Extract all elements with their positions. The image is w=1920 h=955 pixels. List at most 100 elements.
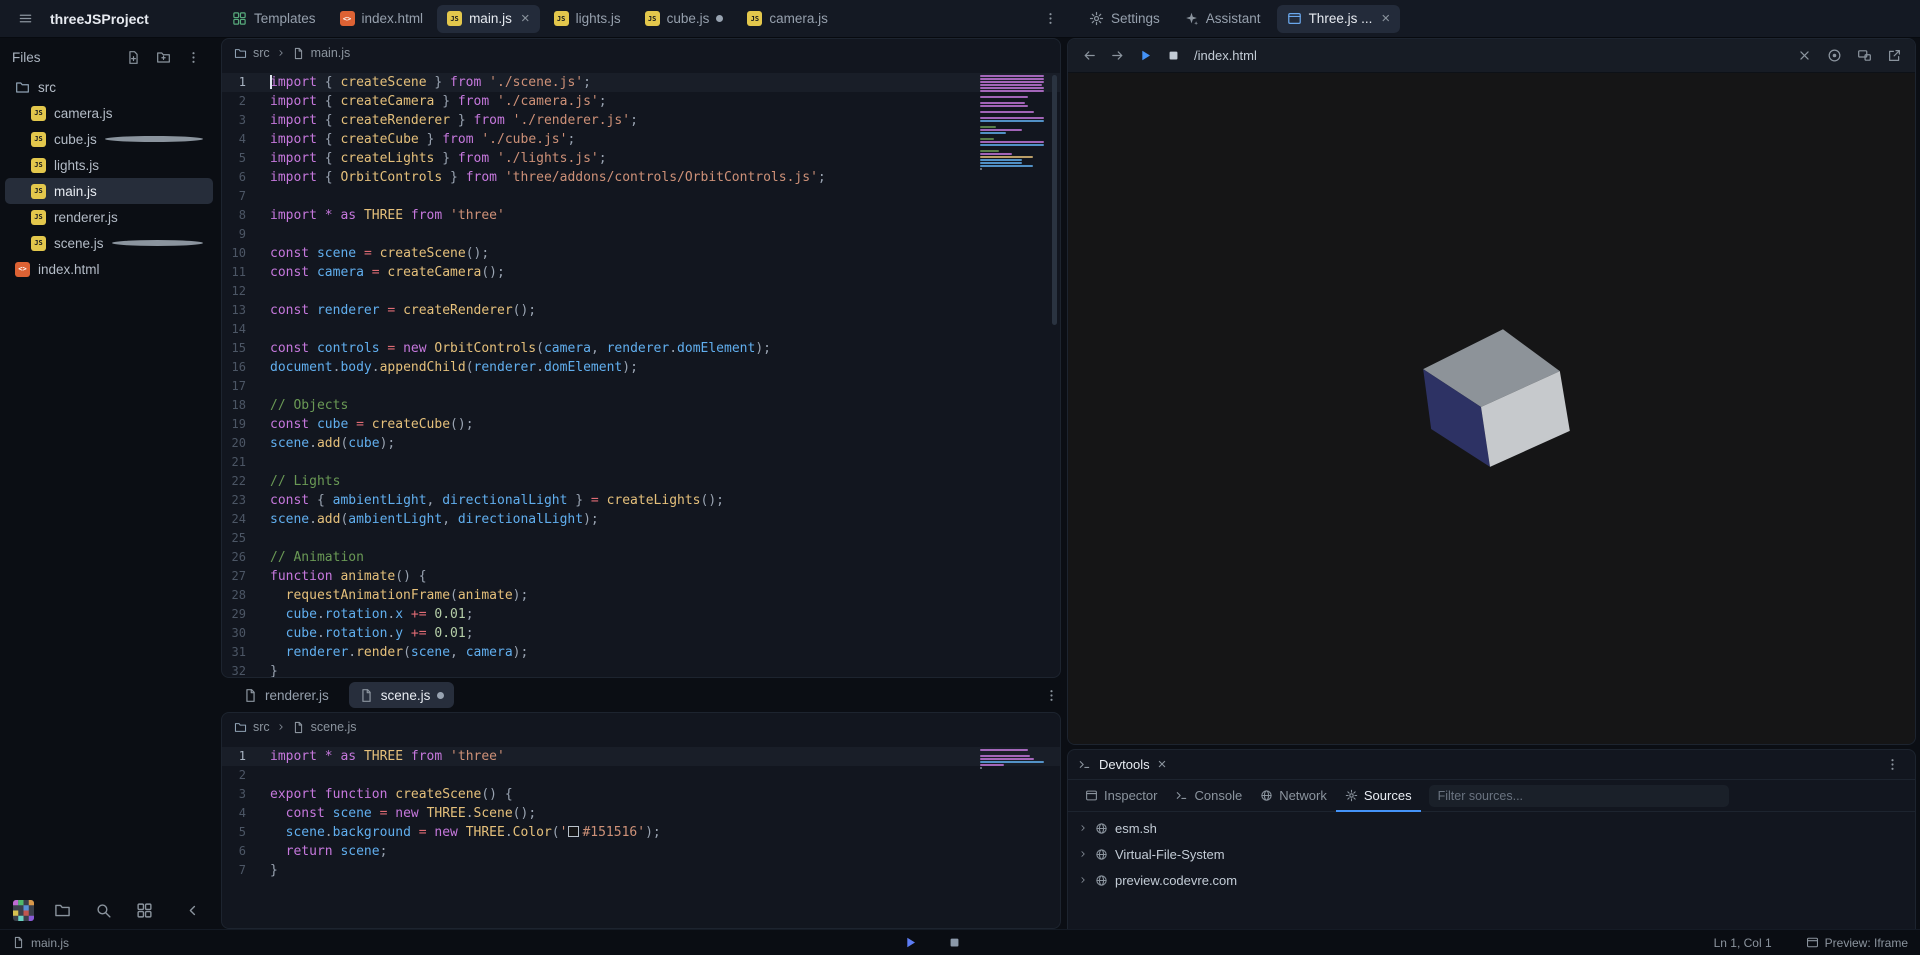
code-line[interactable]: 11const camera = createCamera();: [222, 263, 1060, 282]
code-line[interactable]: 21: [222, 453, 1060, 472]
code-editor-secondary[interactable]: 1import * as THREE from 'three'23export …: [222, 741, 1060, 928]
close-icon[interactable]: ×: [1381, 11, 1390, 26]
devtools-tab-sources[interactable]: Sources: [1336, 780, 1421, 812]
breadcrumb-file[interactable]: scene.js: [311, 720, 357, 734]
new-folder-button[interactable]: [150, 44, 176, 70]
code-line[interactable]: 30 cube.rotation.y += 0.01;: [222, 624, 1060, 643]
devtools-tab-inspector[interactable]: Inspector: [1076, 780, 1166, 812]
code-line[interactable]: 19const cube = createCube();: [222, 415, 1060, 434]
devices-button[interactable]: [1851, 43, 1877, 69]
minimap[interactable]: [980, 75, 1046, 171]
code-line[interactable]: 2: [222, 766, 1060, 785]
scrollbar[interactable]: [1052, 75, 1057, 325]
code-line[interactable]: 3import { createRenderer } from './rende…: [222, 111, 1060, 130]
filter-sources-input[interactable]: [1429, 785, 1729, 807]
file-main-js[interactable]: JSmain.js: [5, 178, 213, 204]
tab-lights-js[interactable]: JSlights.js: [544, 5, 631, 33]
run-button[interactable]: [1132, 43, 1158, 69]
file-index-html[interactable]: <>index.html: [5, 256, 213, 282]
code-line[interactable]: 10const scene = createScene();: [222, 244, 1060, 263]
code-line[interactable]: 29 cube.rotation.x += 0.01;: [222, 605, 1060, 624]
breadcrumb-folder[interactable]: src: [253, 46, 270, 60]
bottom-tabs-overflow-button[interactable]: [1038, 682, 1064, 708]
code-line[interactable]: 17: [222, 377, 1060, 396]
code-line[interactable]: 31 renderer.render(scene, camera);: [222, 643, 1060, 662]
code-line[interactable]: 12: [222, 282, 1060, 301]
code-line[interactable]: 20scene.add(cube);: [222, 434, 1060, 453]
devtools-title[interactable]: Devtools: [1099, 757, 1150, 772]
code-line[interactable]: 23const { ambientLight, directionalLight…: [222, 491, 1060, 510]
tab-index-html[interactable]: <>index.html: [330, 5, 434, 33]
code-line[interactable]: 3export function createScene() {: [222, 785, 1060, 804]
code-line[interactable]: 6import { OrbitControls } from 'three/ad…: [222, 168, 1060, 187]
code-line[interactable]: 9: [222, 225, 1060, 244]
file-cube-js[interactable]: JScube.js: [5, 126, 213, 152]
tab-templates[interactable]: Templates: [222, 5, 326, 33]
cursor-position[interactable]: Ln 1, Col 1: [1714, 936, 1772, 950]
breadcrumb-file[interactable]: main.js: [311, 46, 351, 60]
run-button[interactable]: [897, 930, 923, 955]
files-more-button[interactable]: [180, 44, 206, 70]
collapse-sidebar-button[interactable]: [179, 897, 205, 923]
source-preview-codevre-com[interactable]: preview.codevre.com: [1068, 867, 1915, 893]
tab-main-js[interactable]: JSmain.js×: [437, 5, 540, 33]
tab-scene-js[interactable]: scene.js: [349, 682, 455, 708]
devtools-tab-network[interactable]: Network: [1251, 780, 1336, 812]
open-external-button[interactable]: [1881, 43, 1907, 69]
code-line[interactable]: 18// Objects: [222, 396, 1060, 415]
forward-button[interactable]: [1104, 43, 1130, 69]
source-esm-sh[interactable]: esm.sh: [1068, 815, 1915, 841]
code-line[interactable]: 28 requestAnimationFrame(animate);: [222, 586, 1060, 605]
file-lights-js[interactable]: JSlights.js: [5, 152, 213, 178]
code-line[interactable]: 16document.body.appendChild(renderer.dom…: [222, 358, 1060, 377]
code-line[interactable]: 24scene.add(ambientLight, directionalLig…: [222, 510, 1060, 529]
tab-camera-js[interactable]: JScamera.js: [737, 5, 838, 33]
file-renderer-js[interactable]: JSrenderer.js: [5, 204, 213, 230]
statusbar-filename[interactable]: main.js: [31, 936, 69, 950]
code-line[interactable]: 4 const scene = new THREE.Scene();: [222, 804, 1060, 823]
devtools-more-button[interactable]: [1879, 752, 1905, 778]
code-line[interactable]: 13const renderer = createRenderer();: [222, 301, 1060, 320]
stop-button[interactable]: [1160, 43, 1186, 69]
code-line[interactable]: 25: [222, 529, 1060, 548]
menu-button[interactable]: [12, 6, 38, 32]
back-button[interactable]: [1076, 43, 1102, 69]
breadcrumb-folder[interactable]: src: [253, 720, 270, 734]
tab-threejs-preview[interactable]: Three.js ... ×: [1277, 5, 1401, 33]
tab-cube-js[interactable]: JScube.js: [635, 5, 734, 33]
code-line[interactable]: 15const controls = new OrbitControls(cam…: [222, 339, 1060, 358]
code-line[interactable]: 6 return scene;: [222, 842, 1060, 861]
code-line[interactable]: 5import { createLights } from './lights.…: [222, 149, 1060, 168]
code-line[interactable]: 2import { createCamera } from './camera.…: [222, 92, 1060, 111]
code-line[interactable]: 8import * as THREE from 'three': [222, 206, 1060, 225]
assistant-button[interactable]: Assistant: [1176, 5, 1269, 33]
code-line[interactable]: 14: [222, 320, 1060, 339]
preview-mode[interactable]: Preview: Iframe: [1806, 936, 1908, 950]
code-line[interactable]: 1import * as THREE from 'three': [222, 747, 1060, 766]
preview-viewport[interactable]: [1068, 73, 1915, 744]
code-editor-main[interactable]: 1import { createScene } from './scene.js…: [222, 67, 1060, 677]
minimap[interactable]: [980, 749, 1046, 770]
apps-button[interactable]: [131, 897, 157, 923]
code-line[interactable]: 1import { createScene } from './scene.js…: [222, 73, 1060, 92]
code-line[interactable]: 5 scene.background = new THREE.Color('#1…: [222, 823, 1060, 842]
code-line[interactable]: 32}: [222, 662, 1060, 677]
preview-url[interactable]: /index.html: [1194, 48, 1257, 63]
close-preview-button[interactable]: [1791, 43, 1817, 69]
code-line[interactable]: 7}: [222, 861, 1060, 880]
new-file-button[interactable]: [120, 44, 146, 70]
code-line[interactable]: 27function animate() {: [222, 567, 1060, 586]
file-scene-js[interactable]: JSscene.js: [5, 230, 213, 256]
close-icon[interactable]: ×: [521, 11, 530, 26]
tabs-overflow-button[interactable]: [1037, 6, 1063, 32]
tab-renderer-js[interactable]: renderer.js: [233, 682, 339, 708]
file-src[interactable]: src: [5, 74, 213, 100]
code-line[interactable]: 4import { createCube } from './cube.js';: [222, 130, 1060, 149]
file-camera-js[interactable]: JScamera.js: [5, 100, 213, 126]
search-button[interactable]: [90, 897, 116, 923]
code-line[interactable]: 22// Lights: [222, 472, 1060, 491]
devtools-tab-console[interactable]: Console: [1166, 780, 1251, 812]
code-line[interactable]: 7: [222, 187, 1060, 206]
settings-button[interactable]: Settings: [1081, 5, 1168, 33]
close-icon[interactable]: ×: [1158, 756, 1167, 773]
